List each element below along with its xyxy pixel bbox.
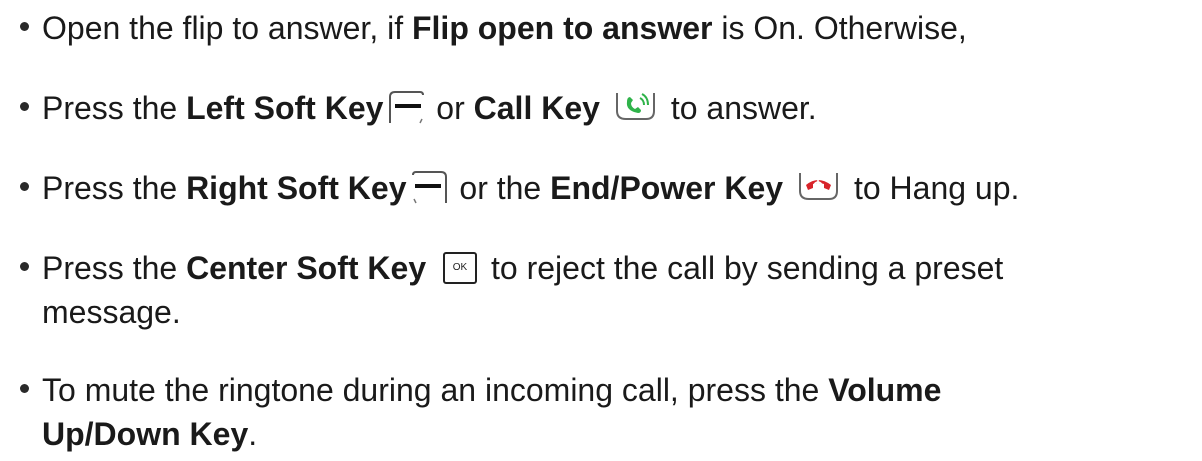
bold-term: End/Power Key bbox=[550, 170, 784, 206]
list-item-text: Press the Right Soft Key or the End/Powe… bbox=[42, 166, 1190, 210]
text-segment: Press the bbox=[42, 90, 187, 126]
bold-term: Right Soft Key bbox=[186, 170, 407, 206]
bold-term: Call Key bbox=[473, 90, 600, 126]
text-segment: Press the bbox=[42, 170, 187, 206]
bold-term: Flip open to answer bbox=[411, 10, 713, 46]
bullet-dot bbox=[20, 22, 29, 31]
text-segment: or the bbox=[450, 170, 551, 206]
list-item-text: Open the flip to answer, if Flip open to… bbox=[42, 6, 1190, 50]
text-segment: is On. Otherwise, bbox=[712, 10, 967, 46]
text-segment: or bbox=[427, 90, 474, 126]
bullet-dot bbox=[20, 182, 29, 191]
list-item-text-continued: Up/Down Key. bbox=[42, 412, 1190, 456]
bullet-dot bbox=[20, 384, 29, 393]
right-soft-key-icon bbox=[411, 169, 449, 205]
text-segment: to reject the call by sending a preset bbox=[482, 250, 1004, 286]
list-item-text: To mute the ringtone during an incoming … bbox=[42, 368, 1190, 412]
text-segment: message. bbox=[42, 294, 181, 330]
bold-term: Up/Down Key bbox=[42, 416, 249, 452]
list-item-text: Press the Center Soft Key OK to reject t… bbox=[42, 246, 1190, 290]
text-segment: Press the bbox=[42, 250, 187, 286]
instruction-page: Open the flip to answer, if Flip open to… bbox=[0, 0, 1202, 461]
bullet-dot bbox=[20, 262, 29, 271]
text-segment: Open the flip to answer, if bbox=[42, 10, 412, 46]
bold-term: Volume bbox=[828, 372, 942, 408]
ok-label: OK bbox=[453, 262, 468, 273]
call-key-icon bbox=[614, 89, 658, 125]
list-item-text-continued: message. bbox=[42, 290, 1190, 334]
list-item-text: Press the Left Soft Key or Call Key to a… bbox=[42, 86, 1190, 130]
text-segment: to answer. bbox=[661, 90, 817, 126]
bullet-dot bbox=[20, 102, 29, 111]
center-soft-key-icon: OK bbox=[442, 251, 478, 285]
bold-term: Left Soft Key bbox=[186, 90, 384, 126]
left-soft-key-icon bbox=[387, 89, 425, 125]
text-segment: . bbox=[248, 416, 258, 452]
text-segment: to Hang up. bbox=[845, 170, 1020, 206]
bold-term: Center Soft Key bbox=[186, 250, 427, 286]
text-segment: To mute the ringtone during an incoming … bbox=[42, 372, 829, 408]
end-power-key-icon bbox=[797, 169, 841, 205]
